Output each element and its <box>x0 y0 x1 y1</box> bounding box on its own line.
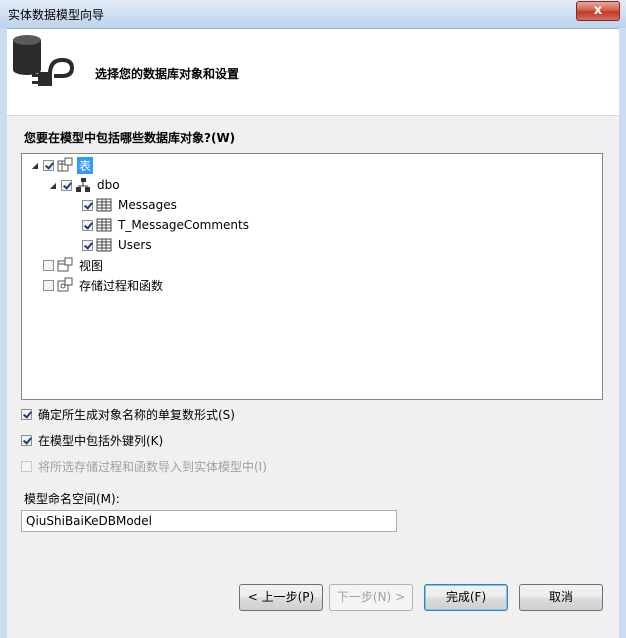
window-title: 实体数据模型向导 <box>8 8 105 22</box>
dbo-checkbox[interactable] <box>61 179 72 191</box>
tree-node-table[interactable]: Users <box>82 236 154 254</box>
table-checkbox[interactable] <box>82 199 93 211</box>
procedure-folder-icon <box>57 277 73 292</box>
tree-label-views[interactable]: 视图 <box>77 257 105 274</box>
schema-icon <box>76 178 90 192</box>
expand-arrow-icon[interactable]: ◢ <box>30 161 40 170</box>
foreign-keys-option[interactable]: 在模型中包括外键列(K) <box>21 432 163 449</box>
namespace-input[interactable] <box>21 510 397 532</box>
page-title: 选择您的数据库对象和设置 <box>95 67 240 81</box>
next-button: 下一步(N) > <box>329 584 413 611</box>
wizard-header: 选择您的数据库对象和设置 <box>7 29 619 116</box>
table-checkbox[interactable] <box>82 219 93 231</box>
tree-label-table[interactable]: T_MessageComments <box>116 218 251 232</box>
table-icon <box>96 198 112 212</box>
tree-label-tables[interactable]: 表 <box>77 156 94 174</box>
import-procs-option: 将所选存储过程和函数导入到实体模型中(I) <box>21 458 267 475</box>
tree-label-dbo[interactable]: dbo <box>95 178 122 192</box>
foreign-keys-label[interactable]: 在模型中包括外键列(K) <box>38 432 163 449</box>
tree-node-views[interactable]: 视图 <box>43 256 105 274</box>
close-button[interactable]: x <box>576 1 620 21</box>
tree-node-table[interactable]: Messages <box>82 196 179 214</box>
table-checkbox[interactable] <box>82 239 93 251</box>
previous-button[interactable]: < 上一步(P) <box>239 584 323 611</box>
view-folder-icon <box>57 257 73 272</box>
objects-question-label: 您要在模型中包括哪些数据库对象?(W) <box>24 131 236 145</box>
expand-arrow-icon[interactable]: ◢ <box>48 181 58 190</box>
import-procs-checkbox <box>21 461 32 472</box>
tree-node-dbo[interactable]: ◢ dbo <box>48 176 122 194</box>
table-icon <box>96 218 112 232</box>
pluralize-checkbox[interactable] <box>21 409 32 420</box>
tree-label-table[interactable]: Users <box>116 238 154 252</box>
foreign-keys-checkbox[interactable] <box>21 435 32 446</box>
wizard-body: 您要在模型中包括哪些数据库对象?(W) ◢ 表 ◢ dbo Messages T… <box>7 116 619 638</box>
namespace-label: 模型命名空间(M): <box>24 492 120 506</box>
tree-node-tables[interactable]: ◢ 表 <box>30 156 94 174</box>
finish-button[interactable]: 完成(F) <box>424 584 508 611</box>
pluralize-option[interactable]: 确定所生成对象名称的单复数形式(S) <box>21 406 235 423</box>
database-objects-tree[interactable]: ◢ 表 ◢ dbo Messages T_MessageComments Use… <box>21 153 603 400</box>
import-procs-label: 将所选存储过程和函数导入到实体模型中(I) <box>38 460 267 474</box>
window-frame-right <box>619 28 626 638</box>
tables-checkbox[interactable] <box>43 159 54 171</box>
tree-label-procs[interactable]: 存储过程和函数 <box>77 277 165 294</box>
pluralize-label[interactable]: 确定所生成对象名称的单复数形式(S) <box>38 406 235 423</box>
database-plug-icon <box>13 35 75 86</box>
cancel-button[interactable]: 取消 <box>519 584 603 611</box>
table-folder-icon <box>57 157 73 172</box>
window-frame-left <box>0 28 7 638</box>
views-checkbox[interactable] <box>43 259 54 271</box>
tree-node-table[interactable]: T_MessageComments <box>82 216 251 234</box>
tree-node-procs[interactable]: 存储过程和函数 <box>43 276 165 294</box>
procs-checkbox[interactable] <box>43 279 54 291</box>
table-icon <box>96 238 112 252</box>
tree-label-table[interactable]: Messages <box>116 198 179 212</box>
title-bar: 实体数据模型向导 x <box>0 0 626 29</box>
